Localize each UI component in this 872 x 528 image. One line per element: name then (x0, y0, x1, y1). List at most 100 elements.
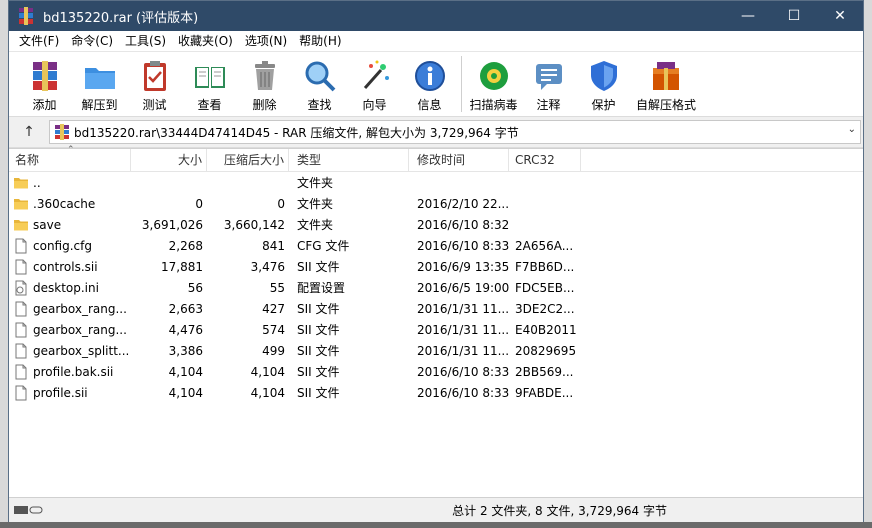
scan-virus-label: 扫描病毒 (469, 98, 518, 112)
file-name: .360cache (33, 196, 96, 211)
minimize-icon: — (741, 8, 755, 24)
chevron-down-icon[interactable]: ⌄ (848, 124, 856, 135)
file-name: gearbox_splitt... (33, 343, 130, 358)
file-size: 3,386 (168, 343, 203, 358)
test-button[interactable]: 测试 (127, 52, 182, 113)
file-crc: 20829695 (515, 343, 577, 358)
menu-options[interactable]: 选项(N) (239, 31, 293, 51)
close-icon: ✕ (834, 8, 846, 24)
file-size: 3,691,026 (141, 217, 203, 232)
wizard-label: 向导 (362, 98, 387, 112)
file-crc: FDC5EB... (515, 280, 575, 295)
file-size: 56 (187, 280, 203, 295)
arrow-up-icon: ↑ (23, 124, 35, 140)
column-header-size[interactable]: 大小 (131, 149, 207, 171)
extract-button[interactable]: 解压到 (72, 52, 127, 113)
view-button[interactable]: 查看 (182, 52, 237, 113)
path-combobox[interactable]: bd135220.rar\33444D47414D45 - RAR 压缩文件, … (49, 120, 861, 144)
menu-file[interactable]: 文件(F) (13, 31, 65, 51)
info-label: 信息 (417, 98, 442, 112)
file-packed-size: 0 (277, 196, 285, 211)
file-row[interactable]: profile.bak.sii 4,104 4,104 SII 文件 2016/6/10… (9, 361, 863, 382)
up-folder-button[interactable]: ↑ (9, 124, 49, 140)
settings-file-icon (15, 280, 27, 295)
file-row[interactable]: profile.sii 4,104 4,104 SII 文件 2016/6/10 8:3… (9, 382, 863, 403)
file-icon (15, 238, 27, 253)
file-name-cell: save (9, 216, 131, 233)
file-modified: 2016/6/5 19:00 (417, 280, 509, 295)
folder-icon (14, 219, 28, 230)
file-name: save (33, 217, 62, 232)
column-header-type[interactable]: 类型 (289, 149, 409, 171)
file-name: gearbox_rang... (33, 322, 127, 337)
delete-button[interactable]: 删除 (237, 52, 292, 113)
sfx-box-icon (653, 62, 679, 90)
file-row[interactable]: desktop.ini 56 55 配置设置 2016/6/5 19:00 FDC5EB.… (9, 277, 863, 298)
add-button[interactable]: 添加 (17, 52, 72, 113)
file-row[interactable]: .. 文件夹 (9, 172, 863, 193)
file-row[interactable]: controls.sii 17,881 3,476 SII 文件 2016/6/9 13… (9, 256, 863, 277)
file-type: SII 文件 (297, 323, 340, 337)
file-name-cell: desktop.ini (9, 279, 131, 296)
file-name: config.cfg (33, 238, 92, 253)
file-icon (15, 343, 27, 358)
file-name: .. (33, 175, 41, 190)
file-name-cell: profile.bak.sii (9, 363, 131, 380)
close-button[interactable]: ✕ (817, 1, 863, 31)
menu-tools[interactable]: 工具(S) (119, 31, 172, 51)
file-packed-size: 3,476 (250, 259, 285, 274)
file-size: 2,268 (168, 238, 203, 253)
magic-wand-icon (363, 60, 389, 89)
file-crc: F7BB6D... (515, 259, 575, 274)
menu-help[interactable]: 帮助(H) (293, 31, 347, 51)
file-row[interactable]: gearbox_splitt... 3,386 499 SII 文件 2016/1/31… (9, 340, 863, 361)
scan-virus-button[interactable]: 扫描病毒 (466, 52, 521, 113)
file-type: SII 文件 (297, 365, 340, 379)
find-button[interactable]: 查找 (292, 52, 347, 113)
column-header-crc[interactable]: CRC32 (509, 149, 581, 171)
file-crc: E40B2011 (515, 322, 577, 337)
file-type: 配置设置 (297, 281, 346, 295)
file-modified: 2016/1/31 11... (417, 343, 509, 358)
comment-button[interactable]: 注释 (521, 52, 576, 113)
file-row[interactable]: config.cfg 2,268 841 CFG 文件 2016/6/10 8:33 2A… (9, 235, 863, 256)
file-packed-size: 55 (269, 280, 285, 295)
file-icon (15, 259, 27, 274)
file-size: 2,663 (168, 301, 203, 316)
file-icon (15, 301, 27, 316)
file-name-cell: config.cfg (9, 237, 131, 254)
file-icon (15, 385, 27, 400)
sfx-button[interactable]: 自解压格式 (631, 52, 701, 113)
protect-button[interactable]: 保护 (576, 52, 631, 113)
column-header-packed[interactable]: 压缩后大小 (207, 149, 289, 171)
winrar-app-icon (19, 7, 33, 25)
file-crc: 2BB569... (515, 364, 574, 379)
info-button[interactable]: 信息 (402, 52, 457, 113)
trash-icon (254, 61, 275, 90)
title-bar: bd135220.rar (评估版本) — ☐ ✕ (9, 1, 863, 31)
file-name-cell: .. (9, 174, 131, 191)
file-name-cell: .360cache (9, 195, 131, 212)
file-row[interactable]: save 3,691,026 3,660,142 文件夹 2016/6/10 8:32 (9, 214, 863, 235)
file-name-cell: gearbox_rang... (9, 300, 131, 317)
menu-commands[interactable]: 命令(C) (65, 31, 119, 51)
minimize-button[interactable]: — (725, 1, 771, 31)
status-summary: 总计 2 文件夹, 8 文件, 3,729,964 字节 (452, 503, 667, 518)
clipboard-check-icon (143, 61, 166, 91)
file-crc: 2A656A... (515, 238, 574, 253)
view-label: 查看 (197, 98, 222, 112)
file-row[interactable]: .360cache 0 0 文件夹 2016/2/10 22... (9, 193, 863, 214)
file-rows: .. 文件夹 .360cache 0 0 文件夹 2016/2/10 22... save 3,… (9, 172, 863, 403)
list-header: ⌃ 名称 大小 压缩后大小 类型 修改时间 CRC32 (9, 145, 863, 172)
protect-label: 保护 (591, 98, 616, 112)
folder-icon (14, 198, 28, 209)
file-name: controls.sii (33, 259, 98, 274)
maximize-button[interactable]: ☐ (771, 1, 817, 31)
menu-favorites[interactable]: 收藏夹(O) (172, 31, 239, 51)
file-row[interactable]: gearbox_rang... 2,663 427 SII 文件 2016/1/31 1… (9, 298, 863, 319)
column-header-modified[interactable]: 修改时间 (409, 149, 509, 171)
menu-bar: 文件(F) 命令(C) 工具(S) 收藏夹(O) 选项(N) 帮助(H) (9, 31, 863, 52)
file-name-cell: gearbox_splitt... (9, 342, 131, 359)
file-row[interactable]: gearbox_rang... 4,476 574 SII 文件 2016/1/31 1… (9, 319, 863, 340)
wizard-button[interactable]: 向导 (347, 52, 402, 113)
